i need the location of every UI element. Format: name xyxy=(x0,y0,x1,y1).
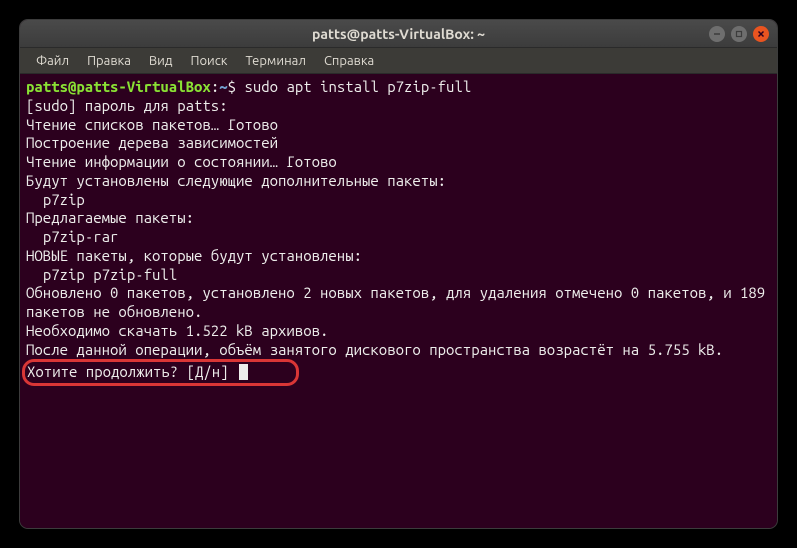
cursor-icon xyxy=(239,364,248,380)
output-line: p7zip xyxy=(26,191,771,210)
menu-view[interactable]: Вид xyxy=(141,52,181,70)
output-line: p7zip p7zip-full xyxy=(26,266,771,285)
close-icon xyxy=(757,30,765,38)
close-button[interactable] xyxy=(753,26,769,42)
prompt-path: ~ xyxy=(219,78,227,95)
maximize-icon xyxy=(735,30,743,38)
confirm-line: Хотите продолжить? [Д/н] xyxy=(26,359,771,386)
output-line: [sudo] пароль для patts: xyxy=(26,97,771,116)
highlight-annotation: Хотите продолжить? [Д/н] xyxy=(22,359,299,386)
command-text: sudo apt install p7zip-full xyxy=(244,78,471,95)
maximize-button[interactable] xyxy=(731,26,747,42)
output-line: Построение дерева зависимостей xyxy=(26,134,771,153)
output-line: Будут установлены следующие дополнительн… xyxy=(26,172,771,191)
titlebar: patts@patts-VirtualBox: ~ xyxy=(20,20,777,48)
output-line: Обновлено 0 пакетов, установлено 2 новых… xyxy=(26,284,771,322)
prompt-line: patts@patts-VirtualBox:~$ sudo apt insta… xyxy=(26,78,771,97)
output-line: Чтение списков пакетов… Готово xyxy=(26,116,771,135)
menu-file[interactable]: Файл xyxy=(28,52,77,70)
menu-help[interactable]: Справка xyxy=(316,52,382,70)
prompt-user-host: patts@patts-VirtualBox xyxy=(26,78,211,95)
menu-search[interactable]: Поиск xyxy=(182,52,235,70)
output-line: После данной операции, объём занятого ди… xyxy=(26,341,771,360)
window-title: patts@patts-VirtualBox: ~ xyxy=(312,26,485,42)
prompt-colon: : xyxy=(211,78,219,95)
menubar: Файл Правка Вид Поиск Терминал Справка xyxy=(20,48,777,74)
menu-edit[interactable]: Правка xyxy=(79,52,139,70)
output-line: Предлагаемые пакеты: xyxy=(26,209,771,228)
terminal-content[interactable]: patts@patts-VirtualBox:~$ sudo apt insta… xyxy=(20,74,777,528)
confirm-prompt-text: Хотите продолжить? [Д/н] xyxy=(27,363,237,380)
output-line: p7zip-rar xyxy=(26,228,771,247)
terminal-window: patts@patts-VirtualBox: ~ Файл Правка Ви… xyxy=(20,20,777,528)
minimize-icon xyxy=(713,30,721,38)
prompt-symbol: $ xyxy=(228,78,236,95)
output-line: Чтение информации о состоянии… Готово xyxy=(26,153,771,172)
output-line: НОВЫЕ пакеты, которые будут установлены: xyxy=(26,247,771,266)
output-line: Необходимо скачать 1.522 kB архивов. xyxy=(26,322,771,341)
window-controls xyxy=(709,26,769,42)
menu-terminal[interactable]: Терминал xyxy=(237,52,313,70)
minimize-button[interactable] xyxy=(709,26,725,42)
